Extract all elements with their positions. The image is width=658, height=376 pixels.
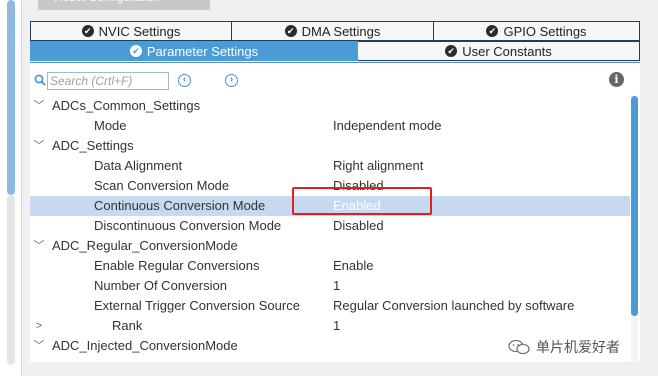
param-label: Enable Regular Conversions <box>94 258 260 273</box>
param-label: Rank <box>112 318 143 333</box>
tab-label: NVIC Settings <box>98 23 181 39</box>
search-icon <box>34 74 46 86</box>
tree-group[interactable]: ﹀ ADCs_Common_Settings <box>30 96 630 116</box>
tab-gpio-settings[interactable]: ✔ GPIO Settings <box>434 21 640 41</box>
info-icon[interactable]: i <box>609 72 624 87</box>
tab-label: User Constants <box>462 43 552 59</box>
tab-user-constants[interactable]: ✔ User Constants <box>358 41 640 61</box>
parameter-settings-panel: Search (Crtl+F) ‹ › i ﹀ ADCs_Common_Sett… <box>30 62 640 363</box>
chevron-right-icon[interactable]: > <box>33 316 45 336</box>
tab-parameter-settings[interactable]: ✔ Parameter Settings <box>30 41 358 61</box>
param-value[interactable]: Independent mode <box>333 116 441 136</box>
param-label: Discontinuous Conversion Mode <box>94 218 282 233</box>
chevron-down-icon[interactable]: ﹀ <box>33 236 45 256</box>
left-scrollbar-thumb[interactable] <box>7 0 15 195</box>
reset-configuration-button[interactable]: Reset Configuration <box>38 0 210 10</box>
tree-param-row[interactable]: > Rank 1 <box>30 316 630 336</box>
param-value[interactable]: Enabled <box>333 196 381 216</box>
tab-nvic-settings[interactable]: ✔ NVIC Settings <box>30 21 232 41</box>
group-label: ADC_Injected_ConversionMode <box>52 338 238 353</box>
tree-param-row[interactable]: Mode Independent mode <box>30 116 630 136</box>
tree-param-row[interactable]: Enable Regular Conversions Enable <box>30 256 630 276</box>
next-result-icon[interactable]: › <box>225 74 238 87</box>
chevron-down-icon[interactable]: ﹀ <box>33 136 45 156</box>
param-label: Number Of Conversion <box>94 278 227 293</box>
previous-result-icon[interactable]: ‹ <box>178 74 191 87</box>
tree-group[interactable]: ﹀ ADC_Regular_ConversionMode <box>30 236 630 256</box>
tab-label: DMA Settings <box>301 23 381 39</box>
watermark: 单片机爱好者 <box>508 336 620 358</box>
group-label: ADCs_Common_Settings <box>52 98 201 113</box>
tabs-row-2: ✔ Parameter Settings ✔ User Constants <box>30 41 640 61</box>
param-value[interactable]: Disabled <box>333 216 384 236</box>
watermark-text: 单片机爱好者 <box>536 339 620 355</box>
param-value[interactable]: Right alignment <box>333 156 423 176</box>
wechat-icon <box>508 339 530 355</box>
check-circle-icon: ✔ <box>284 25 297 37</box>
left-panel-strip <box>0 0 22 376</box>
tree-param-row[interactable]: Data Alignment Right alignment <box>30 156 630 176</box>
param-label: External Trigger Conversion Source <box>94 298 300 313</box>
param-value[interactable]: 1 <box>333 276 340 296</box>
left-scrollbar-track[interactable] <box>7 195 15 365</box>
tree-param-row[interactable]: Scan Conversion Mode Disabled <box>30 176 630 196</box>
tree-scrollbar[interactable] <box>631 96 638 363</box>
parameter-tree: ﹀ ADCs_Common_Settings Mode Independent … <box>30 96 630 356</box>
check-circle-icon: ✔ <box>445 45 458 57</box>
check-circle-icon: ✔ <box>486 25 499 37</box>
tree-param-row-selected[interactable]: Continuous Conversion Mode Enabled <box>30 187 630 216</box>
param-label: Data Alignment <box>94 158 183 173</box>
param-label: Continuous Conversion Mode <box>94 198 266 213</box>
param-value[interactable]: Disabled <box>333 176 384 196</box>
tree-param-row[interactable]: External Trigger Conversion Source Regul… <box>30 296 630 316</box>
param-label: Mode <box>94 118 127 133</box>
check-circle-icon: ✔ <box>129 45 142 57</box>
tree-scrollbar-thumb[interactable] <box>631 96 638 316</box>
tabs-row-1: ✔ NVIC Settings ✔ DMA Settings ✔ GPIO Se… <box>30 21 640 41</box>
tab-label: Parameter Settings <box>146 43 259 59</box>
tree-param-row[interactable]: Discontinuous Conversion Mode Disabled <box>30 216 630 236</box>
panel-toolbar: Search (Crtl+F) ‹ › i <box>30 68 640 94</box>
group-label: ADC_Settings <box>52 138 134 153</box>
group-label: ADC_Regular_ConversionMode <box>52 238 238 253</box>
search-input[interactable]: Search (Crtl+F) <box>47 72 169 90</box>
param-label: Scan Conversion Mode <box>94 178 230 193</box>
chevron-down-icon[interactable]: ﹀ <box>33 336 45 356</box>
tree-group[interactable]: ﹀ ADC_Settings <box>30 136 630 156</box>
tab-dma-settings[interactable]: ✔ DMA Settings <box>232 21 434 41</box>
param-value[interactable]: Regular Conversion launched by software <box>333 296 574 316</box>
param-value[interactable]: Enable <box>333 256 373 276</box>
param-value[interactable]: 1 <box>333 316 340 336</box>
tab-label: GPIO Settings <box>503 23 587 39</box>
chevron-down-icon[interactable]: ﹀ <box>33 96 45 116</box>
check-circle-icon: ✔ <box>81 25 94 37</box>
tree-param-row[interactable]: Number Of Conversion 1 <box>30 276 630 296</box>
